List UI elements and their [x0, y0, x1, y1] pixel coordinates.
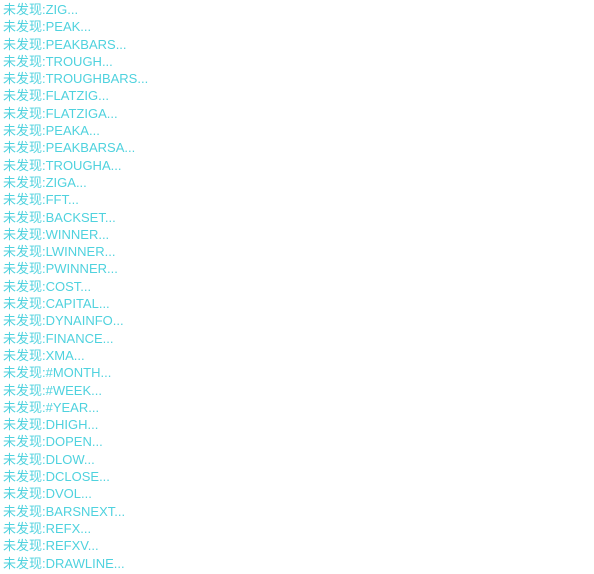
log-line: 未发现:REFXV... [3, 538, 99, 554]
log-line: 未发现:DRAWLINE... [3, 555, 125, 571]
log-line: 未发现:CAPITAL... [3, 296, 110, 312]
log-line: 未发现:XMA... [3, 347, 85, 363]
log-line: 未发现:DHIGH... [3, 417, 99, 433]
log-line: 未发现:DCLOSE... [3, 469, 110, 485]
log-output-panel[interactable]: 未发现:ZIG... 未发现:PEAK... 未发现:PEAKBARS... 未发现:… [0, 0, 594, 574]
log-line: 未发现:PEAKBARSA... [3, 140, 136, 156]
log-line: 未发现:#YEAR... [3, 399, 100, 415]
log-line: 未发现:ZIGA... [3, 174, 87, 190]
log-line: 未发现:FINANCE... [3, 330, 114, 346]
log-line: 未发现:TROUGH... [3, 53, 113, 69]
log-line: 未发现:DLOW... [3, 451, 95, 467]
log-line: 未发现:TROUGHBARS... [3, 71, 149, 87]
log-line: 未发现:LWINNER... [3, 244, 116, 260]
log-line: 未发现:FLATZIGA... [3, 105, 118, 121]
log-line: 未发现:PEAKA... [3, 123, 100, 139]
log-line: 未发现:BACKSET... [3, 209, 116, 225]
log-line: 未发现:FFT... [3, 192, 79, 208]
log-line: 未发现:BARSNEXT... [3, 503, 126, 519]
log-line: 未发现:#WEEK... [3, 382, 102, 398]
log-line: 未发现:PWINNER... [3, 261, 118, 277]
log-line: 未发现:DYNAINFO... [3, 313, 124, 329]
log-line: 未发现:PEAK... [3, 19, 92, 35]
log-line: 未发现:FLATZIG... [3, 88, 109, 104]
log-line: 未发现:COST... [3, 278, 92, 294]
log-line: 未发现:#MONTH... [3, 365, 112, 381]
log-line: 未发现:REFX... [3, 520, 92, 536]
log-line: 未发现:DVOL... [3, 486, 92, 502]
log-line: 未发现:WINNER... [3, 226, 110, 242]
log-line: 未发现:TROUGHA... [3, 157, 122, 173]
log-line: 未发现:DOPEN... [3, 434, 103, 450]
log-line: 未发现:PEAKBARS... [3, 36, 127, 52]
log-line: 未发现:ZIG... [3, 2, 79, 17]
